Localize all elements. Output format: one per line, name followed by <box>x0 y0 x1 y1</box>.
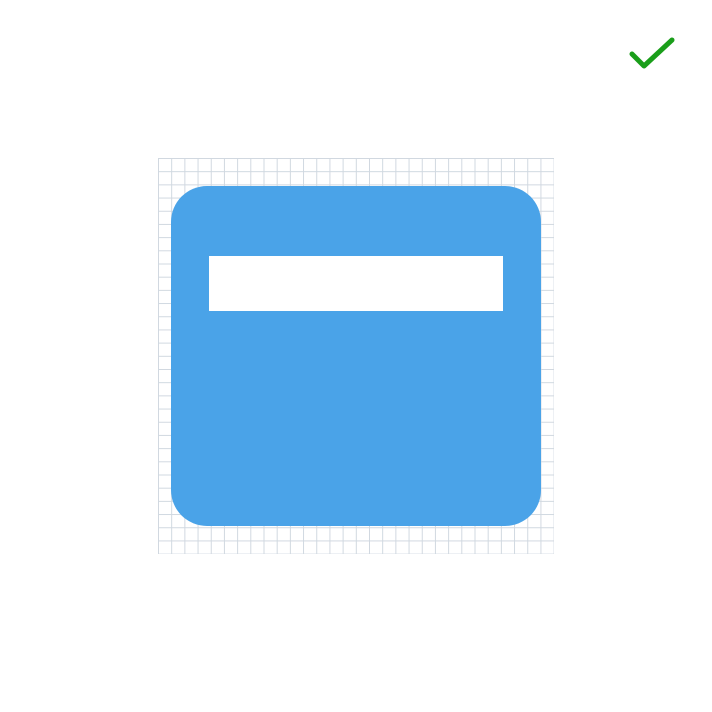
credit-card-icon <box>171 186 541 526</box>
card-stripe <box>209 256 503 311</box>
icon-grid-canvas <box>158 158 554 554</box>
checkmark-icon <box>628 36 676 72</box>
